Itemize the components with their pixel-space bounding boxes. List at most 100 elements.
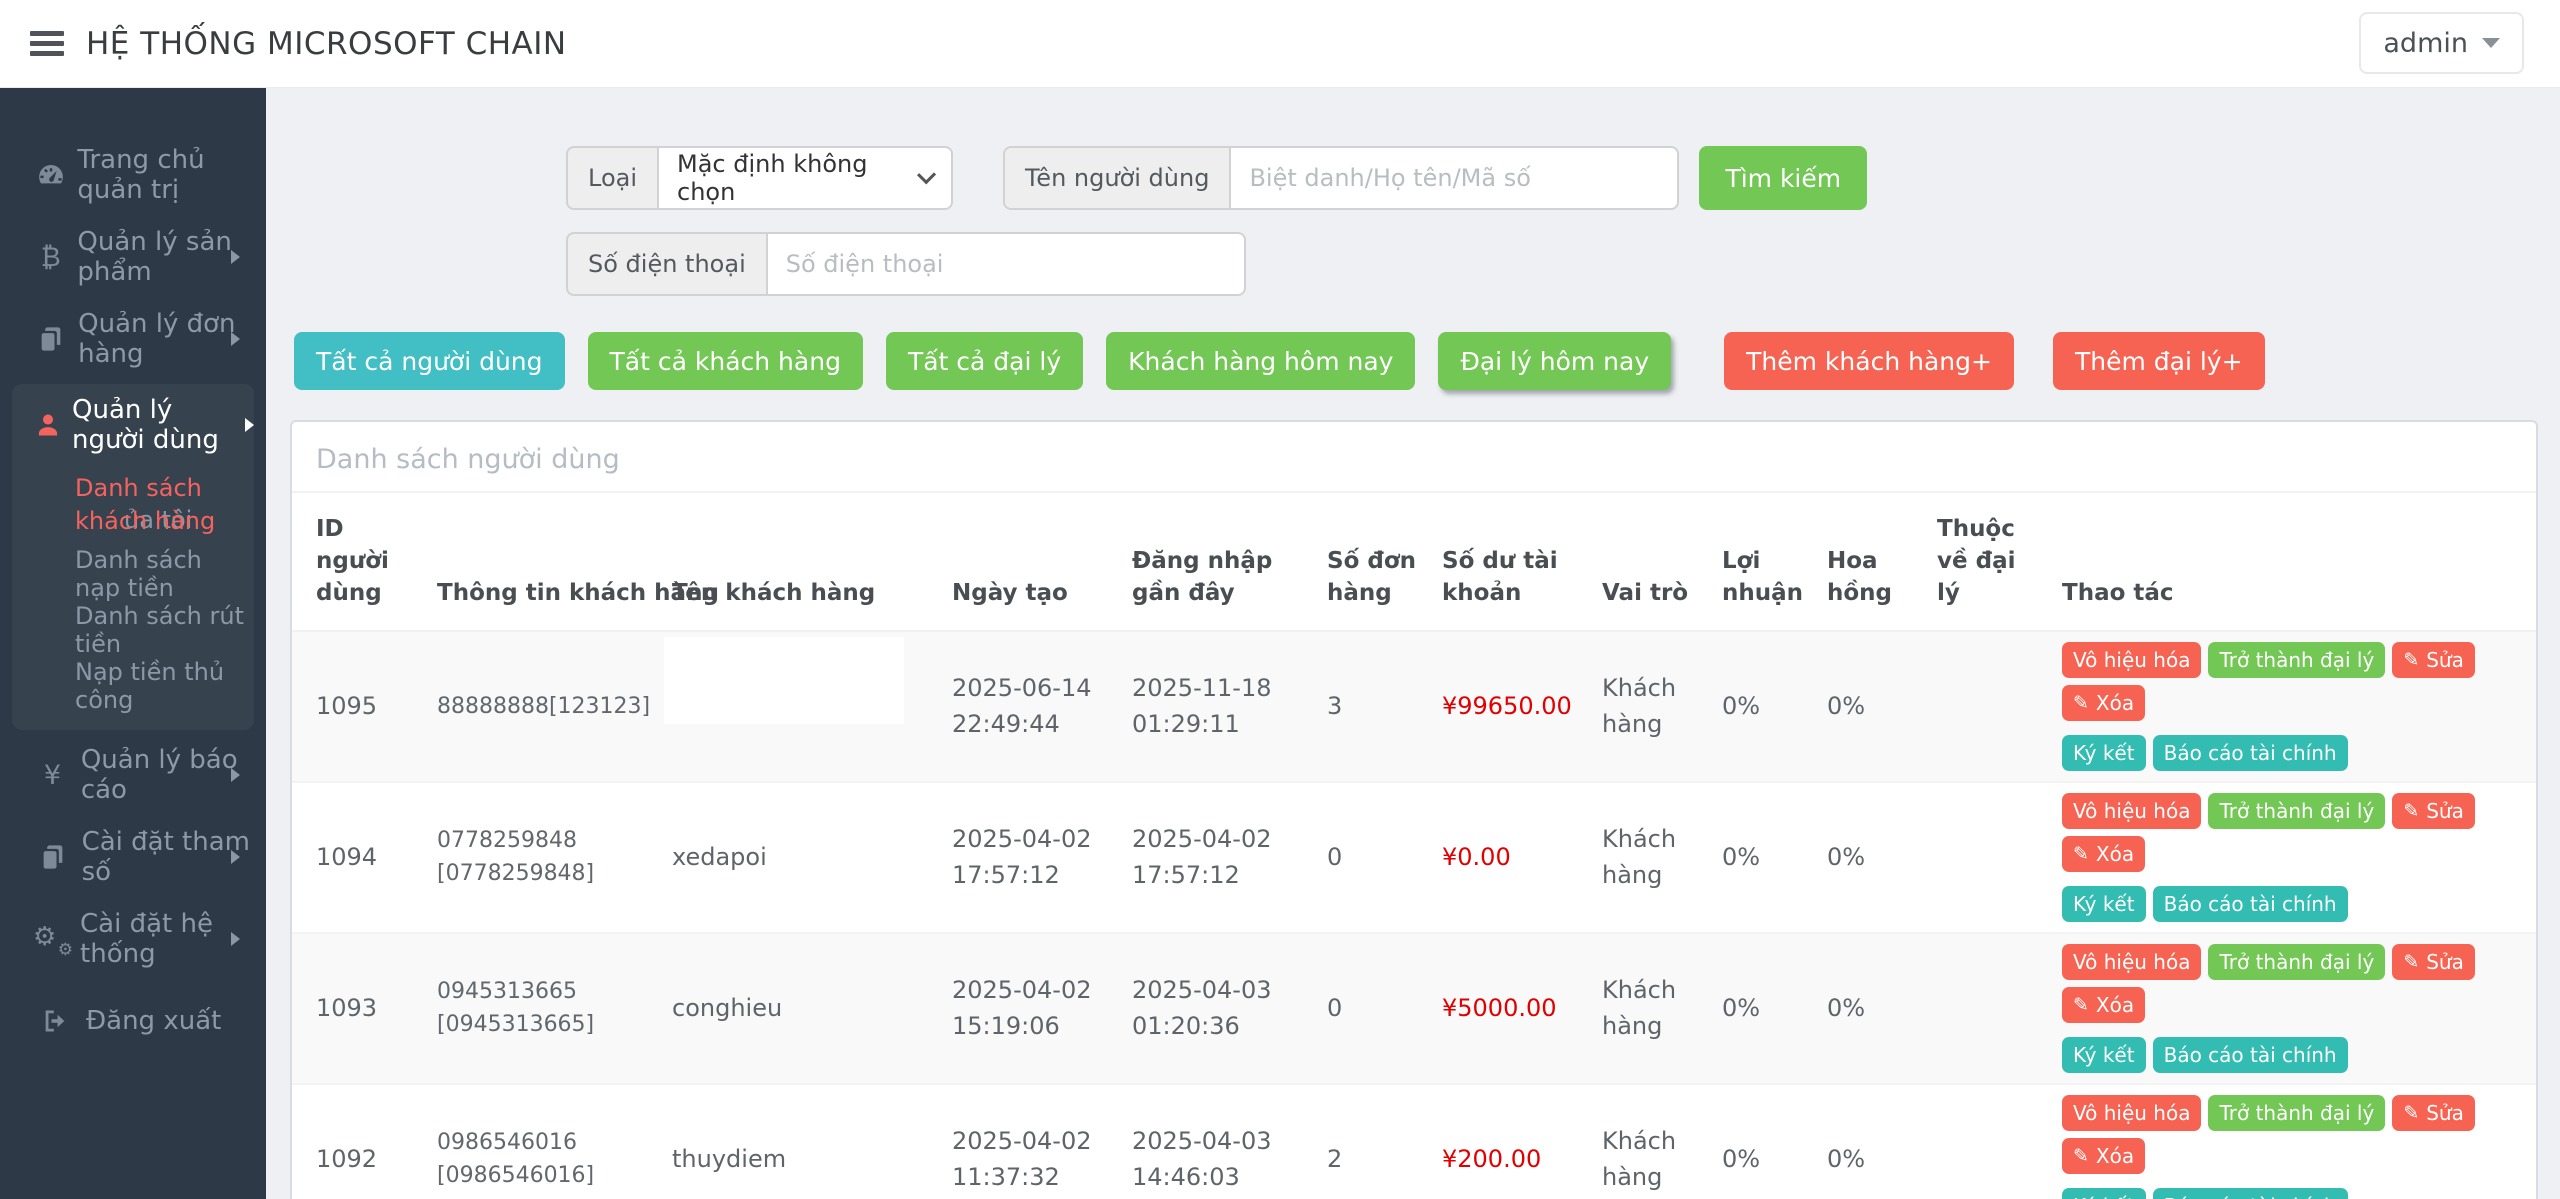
yen-icon: ¥ bbox=[34, 762, 71, 789]
sidebar-item-label: Quản lý người dùng bbox=[72, 395, 235, 455]
cell-actions: Vô hiệu hóaTrở thành đại lý✎Sửa ✎Xóa Ký kế… bbox=[2052, 933, 2536, 1084]
sign-contract-button[interactable]: Ký kết bbox=[2062, 886, 2146, 922]
sign-contract-button[interactable]: Ký kết bbox=[2062, 735, 2146, 771]
top-header: HỆ THỐNG MICROSOFT CHAIN admin bbox=[0, 0, 2560, 88]
sidebar-item-reports[interactable]: ¥ Quản lý báo cáo bbox=[0, 734, 266, 816]
sidebar-item-parameters[interactable]: Cài đặt tham số bbox=[0, 816, 266, 898]
cell-actions: Vô hiệu hóaTrở thành đại lý✎Sửa ✎Xóa Ký kế… bbox=[2052, 631, 2536, 782]
filter-form: Loại Mặc định không chọn Tên người dùng … bbox=[566, 146, 2538, 296]
page-title: HỆ THỐNG MICROSOFT CHAIN bbox=[86, 26, 567, 62]
edit-button[interactable]: ✎Sửa bbox=[2392, 642, 2475, 678]
sidebar-item-dashboard[interactable]: Trang chủ quản trị bbox=[0, 134, 266, 216]
cell-order-count: 0 bbox=[1317, 933, 1432, 1084]
cell-profit: 0% bbox=[1712, 1084, 1817, 1199]
add-agent-button[interactable]: Thêm đại lý+ bbox=[2053, 332, 2265, 390]
sidebar-item-orders[interactable]: Quản lý đơn hàng bbox=[0, 298, 266, 380]
cell-balance: ¥0.00 bbox=[1432, 782, 1592, 933]
pencil-icon: ✎ bbox=[2403, 800, 2419, 822]
cell-customer-info: 0986546016[0986546016] bbox=[427, 1084, 662, 1199]
finance-report-button[interactable]: Báo cáo tài chính bbox=[2153, 1188, 2348, 1199]
col-header-profit: Lợi nhuận bbox=[1712, 493, 1817, 631]
pencil-icon: ✎ bbox=[2403, 1102, 2419, 1124]
cell-balance: ¥5000.00 bbox=[1432, 933, 1592, 1084]
finance-report-button[interactable]: Báo cáo tài chính bbox=[2153, 1037, 2348, 1073]
delete-button[interactable]: ✎Xóa bbox=[2062, 836, 2145, 872]
chevron-right-icon bbox=[231, 768, 240, 782]
all-users-button[interactable]: Tất cả người dùng bbox=[294, 332, 565, 390]
table-row: 10930945313665[0945313665]conghieu2025-0… bbox=[292, 933, 2536, 1084]
submenu-item-customer-list[interactable]: Danh sách khách hàng bbox=[12, 466, 254, 538]
params-icon bbox=[34, 843, 72, 871]
col-header-role: Vai trò bbox=[1592, 493, 1712, 631]
sidebar-item-products[interactable]: ₿ Quản lý sản phẩm bbox=[0, 216, 266, 298]
chevron-down-icon bbox=[2482, 38, 2500, 48]
cell-commission: 0% bbox=[1817, 782, 1927, 933]
type-label: Loại bbox=[566, 146, 657, 210]
search-button[interactable]: Tìm kiếm bbox=[1699, 146, 1867, 210]
make-agent-button[interactable]: Trở thành đại lý bbox=[2208, 944, 2385, 980]
username-filter-group: Tên người dùng bbox=[1003, 146, 1679, 210]
sidebar-item-label: Trang chủ quản trị bbox=[77, 145, 266, 205]
all-agents-button[interactable]: Tất cả đại lý bbox=[886, 332, 1083, 390]
edit-button[interactable]: ✎Sửa bbox=[2392, 944, 2475, 980]
cell-user-id: 1095 bbox=[292, 631, 427, 782]
panel-title: Danh sách người dùng bbox=[292, 422, 2536, 493]
type-select[interactable]: Mặc định không chọn bbox=[657, 146, 953, 210]
col-header-customer-info: Thông tin khách hàng bbox=[427, 493, 662, 631]
disable-button[interactable]: Vô hiệu hóa bbox=[2062, 642, 2201, 678]
cell-agent bbox=[1927, 1084, 2052, 1199]
disable-button[interactable]: Vô hiệu hóa bbox=[2062, 793, 2201, 829]
disable-button[interactable]: Vô hiệu hóa bbox=[2062, 944, 2201, 980]
sidebar-item-system[interactable]: ⚙⚙ Cài đặt hệ thống bbox=[0, 898, 266, 980]
customers-today-button[interactable]: Khách hàng hôm nay bbox=[1106, 332, 1415, 390]
submenu-item-deposit-list[interactable]: Danh sách nạp tiền bbox=[12, 546, 254, 602]
chevron-right-icon bbox=[231, 850, 240, 864]
col-header-user-id: ID người dùng bbox=[292, 493, 427, 631]
username-input[interactable] bbox=[1229, 146, 1679, 210]
col-header-commission: Hoa hồng bbox=[1817, 493, 1927, 631]
sidebar-item-users[interactable]: Quản lý người dùng bbox=[12, 384, 254, 466]
edit-button[interactable]: ✎Sửa bbox=[2392, 793, 2475, 829]
edit-button[interactable]: ✎Sửa bbox=[2392, 1095, 2475, 1131]
orders-icon bbox=[34, 325, 68, 353]
cell-created-at: 2025-04-02 15:19:06 bbox=[942, 933, 1122, 1084]
sign-contract-button[interactable]: Ký kết bbox=[2062, 1037, 2146, 1073]
users-submenu: Danh sách khách hàng ủa tôi Danh sách nạ… bbox=[12, 466, 254, 714]
pencil-icon: ✎ bbox=[2073, 1145, 2089, 1167]
col-header-agent: Thuộc về đại lý bbox=[1927, 493, 2052, 631]
delete-button[interactable]: ✎Xóa bbox=[2062, 987, 2145, 1023]
submenu-item-manual-deposit[interactable]: Nạp tiền thủ công bbox=[12, 658, 254, 714]
all-customers-button[interactable]: Tất cả khách hàng bbox=[588, 332, 863, 390]
make-agent-button[interactable]: Trở thành đại lý bbox=[2208, 793, 2385, 829]
user-menu-label: admin bbox=[2383, 28, 2468, 59]
disable-button[interactable]: Vô hiệu hóa bbox=[2062, 1095, 2201, 1131]
main-content: Loại Mặc định không chọn Tên người dùng … bbox=[266, 88, 2560, 1199]
cell-role: Khách hàng bbox=[1592, 933, 1712, 1084]
col-header-last-login: Đăng nhập gần đây bbox=[1122, 493, 1317, 631]
pencil-icon: ✎ bbox=[2403, 649, 2419, 671]
make-agent-button[interactable]: Trở thành đại lý bbox=[2208, 1095, 2385, 1131]
make-agent-button[interactable]: Trở thành đại lý bbox=[2208, 642, 2385, 678]
agents-today-button[interactable]: Đại lý hôm nay bbox=[1438, 332, 1671, 390]
cell-user-id: 1092 bbox=[292, 1084, 427, 1199]
add-customer-button[interactable]: Thêm khách hàng+ bbox=[1724, 332, 2014, 390]
finance-report-button[interactable]: Báo cáo tài chính bbox=[2153, 735, 2348, 771]
bitcoin-icon: ₿ bbox=[34, 244, 67, 271]
delete-button[interactable]: ✎Xóa bbox=[2062, 1138, 2145, 1174]
delete-button[interactable]: ✎Xóa bbox=[2062, 685, 2145, 721]
pencil-icon: ✎ bbox=[2073, 843, 2089, 865]
phone-input[interactable] bbox=[766, 232, 1246, 296]
chevron-right-icon bbox=[245, 418, 254, 432]
sign-contract-button[interactable]: Ký kết bbox=[2062, 1188, 2146, 1199]
cell-created-at: 2025-04-02 11:37:32 bbox=[942, 1084, 1122, 1199]
cell-role: Khách hàng bbox=[1592, 631, 1712, 782]
cell-last-login: 2025-04-03 01:20:36 bbox=[1122, 933, 1317, 1084]
user-menu[interactable]: admin bbox=[2359, 12, 2524, 74]
submenu-item-withdraw-list[interactable]: Danh sách rút tiền bbox=[12, 602, 254, 658]
cell-order-count: 0 bbox=[1317, 782, 1432, 933]
type-filter-group: Loại Mặc định không chọn bbox=[566, 146, 953, 210]
finance-report-button[interactable]: Báo cáo tài chính bbox=[2153, 886, 2348, 922]
hamburger-menu-icon[interactable] bbox=[30, 26, 64, 61]
user-icon bbox=[34, 411, 62, 439]
sidebar-item-logout[interactable]: Đăng xuất bbox=[0, 980, 266, 1062]
